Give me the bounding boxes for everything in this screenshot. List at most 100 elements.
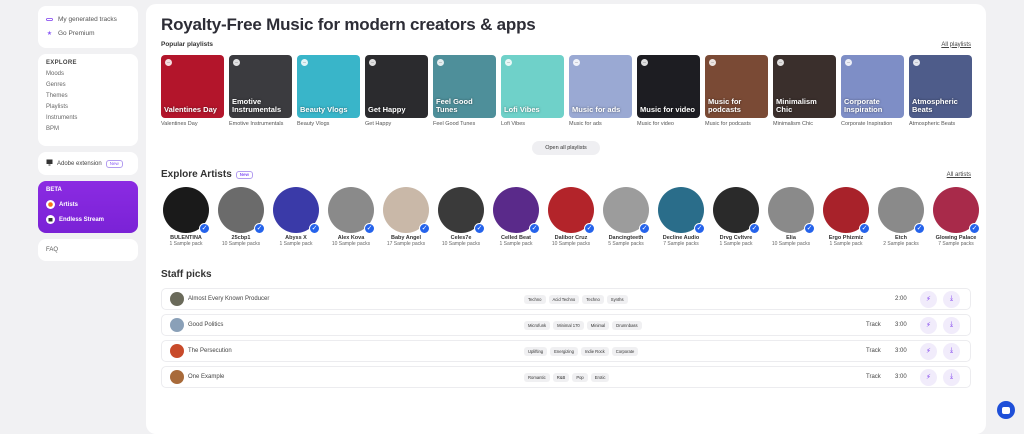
playlist-card[interactable]: ··· Corporate Inspiration Corporate Inspir… (841, 55, 904, 128)
track-row[interactable]: One Example Romantic R&B Pop Erotic Track 3:00… (161, 366, 971, 388)
all-playlists-link[interactable]: All playlists (941, 42, 971, 48)
download-button[interactable]: ⤓ (943, 316, 960, 334)
playlist-card[interactable]: ··· Lofi Vibes Lofi Vibes (501, 55, 564, 128)
more-icon[interactable]: ··· (165, 59, 172, 66)
playlist-card[interactable]: ··· Feel Good Tunes Feel Good Tunes (433, 55, 496, 128)
genre-tag[interactable]: Techno (582, 294, 604, 304)
track-row[interactable]: The Persecution Uplifting Energizing Indie … (161, 340, 971, 362)
playlist-card[interactable]: ··· Valentines Day Valentines Day (161, 55, 224, 128)
sidebar-top-card: My generated tracks ★ Go Premium (38, 6, 138, 48)
more-icon[interactable]: ··· (505, 59, 512, 66)
playlist-card[interactable]: ··· Get Happy Get Happy (365, 55, 428, 128)
open-all-playlists-button[interactable]: Open all playlists (532, 141, 600, 155)
generate-button[interactable]: ⚡ (920, 368, 937, 386)
playlist-caption: Corporate Inspiration (841, 121, 893, 127)
sidebar-item-themes[interactable]: Themes (46, 91, 130, 102)
generate-button[interactable]: ⚡ (920, 316, 937, 334)
more-icon[interactable]: ··· (573, 59, 580, 66)
genre-tag[interactable]: Minimal 170 (553, 320, 584, 330)
artist-card[interactable]: ✓ Dalibor Cruz 10 Sample packs (548, 187, 595, 247)
genre-tag[interactable]: Minimal (586, 320, 610, 330)
genre-tag[interactable]: Pop (572, 372, 588, 382)
genre-tag[interactable]: Indie Rock (580, 346, 609, 356)
more-icon[interactable]: ··· (913, 59, 920, 66)
artist-packs: 1 Sample pack (279, 241, 313, 247)
more-icon[interactable]: ··· (301, 59, 308, 66)
artist-packs: 5 Sample packs (608, 241, 644, 247)
playlist-caption: Music for video (637, 121, 674, 127)
artist-card[interactable]: ✓ Ergo Phizmiz 1 Sample pack (823, 187, 870, 247)
playlist-cover-label: Beauty Vlogs (300, 105, 348, 114)
track-row[interactable]: Good Politics Microfunk Minimal 170 Minimal… (161, 314, 971, 336)
artist-packs: 1 Sample pack (829, 241, 863, 247)
track-row[interactable]: Almost Every Known Producer Techno Acid Te… (161, 288, 971, 310)
genre-tag[interactable]: Techno (524, 294, 546, 304)
sidebar-item-moods[interactable]: Moods (46, 69, 130, 80)
download-button[interactable]: ⤓ (943, 290, 960, 308)
genre-tag[interactable]: Synths (606, 294, 628, 304)
track-title[interactable]: One Example (188, 374, 524, 380)
artist-card[interactable]: ✓ Elia 10 Sample packs (768, 187, 815, 247)
artist-packs: 1 Sample pack (169, 241, 203, 247)
playlist-card[interactable]: ··· Music for ads Music for ads (569, 55, 632, 128)
artist-packs: 7 Sample packs (938, 241, 974, 247)
artist-card[interactable]: ✓ Abyss X1 Sample pack (273, 187, 320, 247)
artist-card[interactable]: ✓ Etch 2 Sample packs (878, 187, 925, 247)
artist-card[interactable]: ✓ Dancingteeth 5 Sample packs (603, 187, 650, 247)
more-icon[interactable]: ··· (641, 59, 648, 66)
genre-tag[interactable]: Corporate (611, 346, 639, 356)
avatar: ✓ (493, 187, 540, 234)
download-button[interactable]: ⤓ (943, 368, 960, 386)
genre-tag[interactable]: Energizing (550, 346, 578, 356)
genre-tag[interactable]: Drumnbass (612, 320, 642, 330)
artist-card[interactable]: ✓ Drvg Cvltvre 1 Sample pack (713, 187, 760, 247)
all-artists-link[interactable]: All artists (947, 172, 971, 178)
track-title[interactable]: Good Politics (188, 322, 524, 328)
more-icon[interactable]: ··· (437, 59, 444, 66)
genre-tag[interactable]: Microfunk (524, 320, 551, 330)
more-icon[interactable]: ··· (369, 59, 376, 66)
artist-card[interactable]: ✓ 25cbp1 10 Sample packs (218, 187, 265, 247)
generate-button[interactable]: ⚡ (920, 290, 937, 308)
artist-card[interactable]: ✓ Alex Kova 10 Sample packs (328, 187, 375, 247)
artist-card[interactable]: ✓ Decline Audio 7 Sample packs (658, 187, 705, 247)
sidebar-item-instruments[interactable]: Instruments (46, 113, 130, 124)
playlist-card[interactable]: ··· Music for podcasts Music for podcasts (705, 55, 768, 128)
verified-icon: ✓ (199, 223, 210, 234)
artist-card[interactable]: ✓ Celled Beat 1 Sample pack (493, 187, 540, 247)
sidebar-item-playlists[interactable]: Playlists (46, 102, 130, 113)
artist-card[interactable]: ✓ Baby Angel 17 Sample packs (383, 187, 430, 247)
faq-link[interactable]: FAQ (38, 239, 138, 261)
avatar: ✓ (823, 187, 870, 234)
more-icon[interactable]: ··· (777, 59, 784, 66)
genre-tag[interactable]: Romantic (524, 372, 550, 382)
artist-card[interactable]: ✓ Celes7e 10 Sample packs (438, 187, 485, 247)
more-icon[interactable]: ··· (233, 59, 240, 66)
sidebar-item-genres[interactable]: Genres (46, 80, 130, 91)
playlist-card[interactable]: ··· Music for video Music for video (637, 55, 700, 128)
sidebar-item-endless-stream[interactable]: Endless Stream (46, 212, 130, 227)
sidebar-item-bpm[interactable]: BPM (46, 124, 130, 135)
playlist-card[interactable]: ··· Emotive Instrumentals Emotive Instrume… (229, 55, 292, 128)
genre-tag[interactable]: Acid Techno (548, 294, 580, 304)
track-title[interactable]: The Persecution (188, 348, 524, 354)
download-button[interactable]: ⤓ (943, 342, 960, 360)
adobe-extension-link[interactable]: Adobe extension New (38, 152, 138, 175)
my-generated-tracks-link[interactable]: My generated tracks (46, 12, 130, 26)
genre-tag[interactable]: Uplifting (524, 346, 548, 356)
genre-tag[interactable]: Erotic (590, 372, 610, 382)
track-title[interactable]: Almost Every Known Producer (188, 296, 524, 302)
playlist-card[interactable]: ··· Atmospheric Beats Atmospheric Beats (909, 55, 972, 128)
sidebar-item-artists[interactable]: Artists (46, 197, 130, 212)
playlist-card[interactable]: ··· Beauty Vlogs Beauty Vlogs (297, 55, 360, 128)
more-icon[interactable]: ··· (709, 59, 716, 66)
genre-tag[interactable]: R&B (552, 372, 570, 382)
download-icon: ⤓ (949, 347, 954, 354)
artist-card[interactable]: ✓ Glowing Palace 7 Sample packs (933, 187, 980, 247)
more-icon[interactable]: ··· (845, 59, 852, 66)
generate-button[interactable]: ⚡ (920, 342, 937, 360)
artist-card[interactable]: ✓ BULENTINA 1 Sample pack (163, 187, 210, 247)
playlist-card[interactable]: ··· Minimalism Chic Minimalism Chic (773, 55, 836, 128)
chat-button[interactable] (997, 401, 1015, 419)
go-premium-link[interactable]: ★ Go Premium (46, 26, 130, 40)
